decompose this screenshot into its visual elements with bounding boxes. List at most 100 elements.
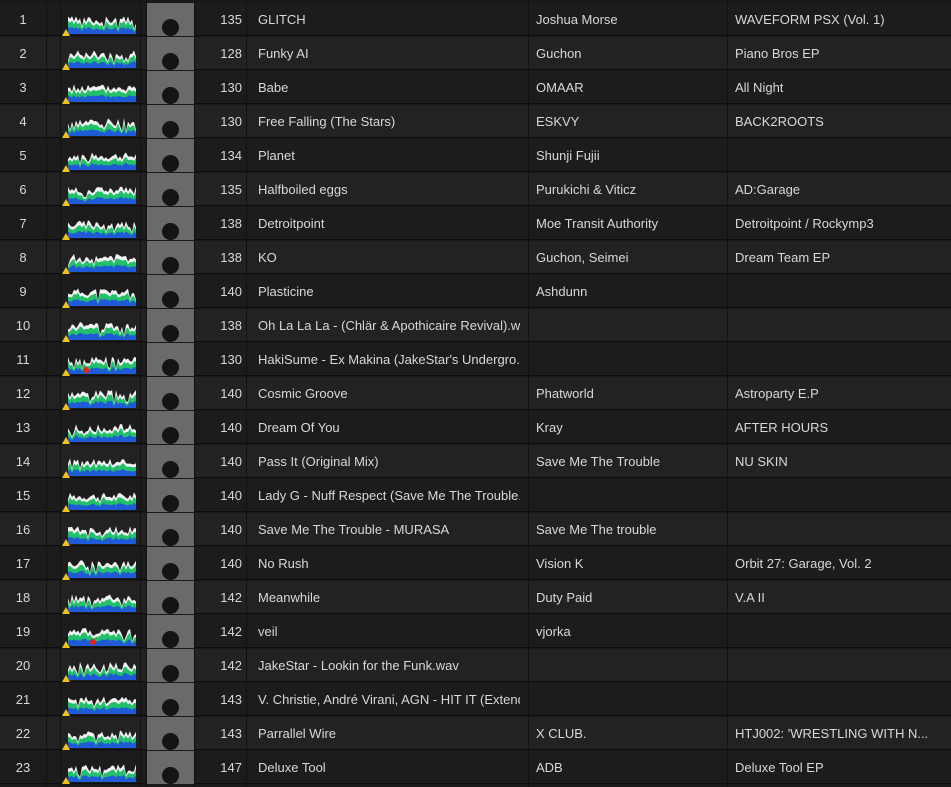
bpm-value: 142 — [220, 658, 242, 673]
track-number: 7 — [19, 216, 27, 231]
track-row[interactable]: 15 140 Lady G - Nuff Respect (Save Me The … — [0, 479, 951, 512]
track-album — [735, 139, 951, 172]
track-album — [735, 615, 951, 648]
waveform-preview — [62, 152, 136, 172]
track-number: 4 — [19, 114, 27, 129]
waveform-preview — [62, 424, 136, 444]
artwork-thumbnail — [146, 173, 194, 206]
artwork-thumbnail — [146, 649, 194, 682]
track-number: 11 — [16, 352, 30, 367]
track-row[interactable]: 4 130 Free Falling (The Stars) ESKVY BACK2RO… — [0, 105, 951, 138]
record-disc-icon — [162, 733, 179, 750]
track-title: Parrallel Wire — [258, 726, 337, 741]
track-number: 21 — [15, 692, 31, 707]
track-row[interactable]: 18 142 Meanwhile Duty Paid V.A II — [0, 581, 951, 614]
record-disc-icon — [162, 563, 179, 580]
track-row[interactable]: 5 134 Planet Shunji Fujii — [0, 139, 951, 172]
track-row[interactable]: 2 128 Funky AI Guchon Piano Bros EP — [0, 37, 951, 70]
track-row[interactable]: 20 142 JakeStar - Lookin for the Funk.wav — [0, 649, 951, 682]
track-title: No Rush — [258, 556, 309, 571]
artwork-thumbnail — [146, 751, 194, 784]
track-row[interactable]: 11 130 HakiSume - Ex Makina (JakeStar's Un… — [0, 343, 951, 376]
track-row[interactable]: 3 130 Babe OMAAR All Night — [0, 71, 951, 104]
waveform-preview — [62, 390, 136, 410]
track-row[interactable]: 22 143 Parrallel Wire X CLUB. HTJ002: 'WREST… — [0, 717, 951, 750]
bpm-value: 130 — [220, 114, 242, 129]
track-title: Meanwhile — [258, 590, 321, 605]
track-artist: ESKVY — [536, 114, 580, 129]
track-row[interactable]: 19 142 veil vjorka — [0, 615, 951, 648]
track-row[interactable]: 10 138 Oh La La La - (Chlär & Apothicaire … — [0, 309, 951, 342]
track-artist: Save Me The Trouble — [536, 454, 661, 469]
track-artist: Joshua Morse — [536, 12, 618, 27]
waveform-cell — [60, 445, 140, 478]
track-artist: Vision K — [536, 556, 584, 571]
track-title: Dream Of You — [258, 420, 340, 435]
track-number: 18 — [15, 590, 31, 605]
track-row[interactable]: 17 140 No Rush Vision K Orbit 27: Garage, Vo… — [0, 547, 951, 580]
track-title: KO — [258, 250, 277, 265]
track-row[interactable]: 16 140 Save Me The Trouble - MURASA Save Me… — [0, 513, 951, 546]
record-disc-icon — [162, 189, 179, 206]
track-number: 23 — [15, 760, 31, 775]
track-number: 6 — [19, 182, 27, 197]
track-row[interactable]: 9 140 Plasticine Ashdunn — [0, 275, 951, 308]
track-row[interactable]: 23 147 Deluxe Tool ADB Deluxe Tool EP — [0, 751, 951, 784]
waveform-preview — [62, 50, 136, 70]
track-album: AFTER HOURS — [735, 420, 829, 435]
track-artist — [536, 479, 726, 512]
column-divider — [528, 0, 529, 787]
waveform-preview — [62, 492, 136, 512]
track-row[interactable]: 7 138 Detroitpoint Moe Transit Authority Det… — [0, 207, 951, 240]
waveform-preview — [62, 254, 136, 274]
bpm-value: 140 — [220, 454, 242, 469]
track-album — [735, 513, 951, 546]
track-album: WAVEFORM PSX (Vol. 1) — [735, 12, 885, 27]
track-artist: ADB — [536, 760, 563, 775]
track-row[interactable]: 12 140 Cosmic Groove Phatworld Astroparty E.… — [0, 377, 951, 410]
track-list: 1 135 GLITCH Joshua Morse WAVEFORM PSX (Vol.… — [0, 0, 951, 787]
artwork-thumbnail — [146, 615, 194, 648]
waveform-preview — [62, 594, 136, 614]
column-divider — [146, 0, 147, 787]
track-title: Save Me The Trouble - MURASA — [258, 522, 450, 537]
track-artist: Duty Paid — [536, 590, 593, 605]
record-disc-icon — [162, 427, 179, 444]
waveform-cell — [60, 343, 140, 376]
waveform-preview — [62, 356, 136, 376]
track-album: Deluxe Tool EP — [735, 760, 824, 775]
track-album: BACK2ROOTS — [735, 114, 824, 129]
record-disc-icon — [162, 87, 179, 104]
waveform-preview — [62, 662, 136, 682]
track-row[interactable]: 6 135 Halfboiled eggs Purukichi & Viticz AD:… — [0, 173, 951, 206]
waveform-cell — [60, 139, 140, 172]
track-album — [735, 309, 951, 342]
artwork-thumbnail — [146, 513, 194, 546]
bpm-value: 147 — [220, 760, 242, 775]
track-artist — [536, 343, 726, 376]
artwork-thumbnail — [146, 139, 194, 172]
track-number: 14 — [15, 454, 31, 469]
column-divider — [60, 0, 61, 787]
track-album — [735, 479, 951, 512]
artwork-thumbnail — [146, 445, 194, 478]
track-row[interactable]: 13 140 Dream Of You Kray AFTER HOURS — [0, 411, 951, 444]
track-row[interactable]: 8 138 KO Guchon, Seimei Dream Team EP — [0, 241, 951, 274]
track-row[interactable]: 14 140 Pass It (Original Mix) Save Me The T… — [0, 445, 951, 478]
record-disc-icon — [162, 121, 179, 138]
waveform-cell — [60, 207, 140, 240]
track-artist — [536, 309, 726, 342]
track-artist: Moe Transit Authority — [536, 216, 659, 231]
artwork-thumbnail — [146, 343, 194, 376]
bpm-value: 128 — [220, 46, 242, 61]
track-row[interactable]: 1 135 GLITCH Joshua Morse WAVEFORM PSX (Vol.… — [0, 3, 951, 36]
track-artist: Purukichi & Viticz — [536, 182, 637, 197]
column-divider — [194, 0, 195, 787]
record-disc-icon — [162, 495, 179, 512]
record-disc-icon — [162, 597, 179, 614]
track-album: NU SKIN — [735, 454, 788, 469]
track-row[interactable]: 21 143 V. Christie, André Virani, AGN - HI… — [0, 683, 951, 716]
track-artist: vjorka — [536, 624, 571, 639]
track-album: Orbit 27: Garage, Vol. 2 — [735, 556, 872, 571]
track-album: All Night — [735, 80, 784, 95]
